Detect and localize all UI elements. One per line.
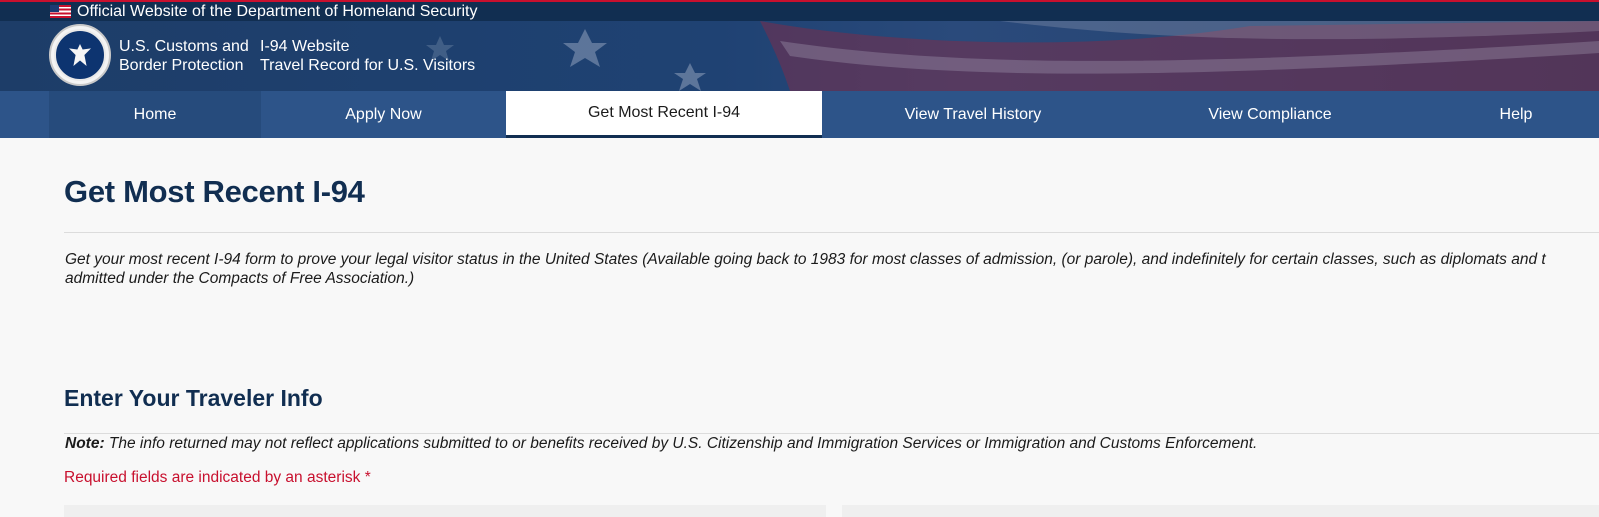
- agency-line-1: U.S. Customs and: [119, 38, 249, 55]
- page-title: Get Most Recent I-94: [64, 174, 365, 209]
- official-banner: Official Website of the Department of Ho…: [0, 0, 1599, 21]
- note-label: Note:: [65, 435, 105, 452]
- nav-apply-now[interactable]: Apply Now: [261, 91, 506, 138]
- site-title[interactable]: I-94 Website Travel Record for U.S. Visi…: [260, 37, 475, 75]
- main-nav: Home Apply Now Get Most Recent I-94 View…: [0, 91, 1599, 138]
- nav-view-travel-history[interactable]: View Travel History: [822, 91, 1124, 138]
- site-title-line-1: I-94 Website: [260, 38, 350, 55]
- cbp-seal-icon[interactable]: [49, 24, 111, 86]
- site-title-line-2: Travel Record for U.S. Visitors: [260, 57, 476, 74]
- section-divider: [64, 433, 1599, 434]
- agency-name[interactable]: U.S. Customs and Border Protection: [119, 37, 249, 75]
- form-panel-left: [64, 505, 826, 517]
- note-body: The info returned may not reflect applic…: [104, 435, 1258, 452]
- intro-line-1: Get your most recent I-94 form to prove …: [65, 251, 1546, 268]
- nav-view-compliance[interactable]: View Compliance: [1124, 91, 1416, 138]
- site-header: U.S. Customs and Border Protection I-94 …: [0, 21, 1599, 91]
- us-flag-icon: [50, 5, 71, 18]
- intro-line-2: admitted under the Compacts of Free Asso…: [65, 270, 415, 287]
- official-banner-text: Official Website of the Department of Ho…: [77, 2, 478, 20]
- title-divider: [64, 232, 1599, 233]
- required-fields-note: Required fields are indicated by an aste…: [64, 469, 371, 486]
- agency-line-2: Border Protection: [119, 57, 244, 74]
- nav-get-most-recent-i94[interactable]: Get Most Recent I-94: [506, 91, 822, 138]
- nav-home[interactable]: Home: [49, 91, 261, 138]
- intro-text: Get your most recent I-94 form to prove …: [65, 250, 1599, 288]
- form-panel-right: [842, 505, 1599, 517]
- note-text: Note: The info returned may not reflect …: [65, 435, 1257, 453]
- nav-help[interactable]: Help: [1416, 91, 1599, 138]
- section-title: Enter Your Traveler Info: [64, 385, 323, 411]
